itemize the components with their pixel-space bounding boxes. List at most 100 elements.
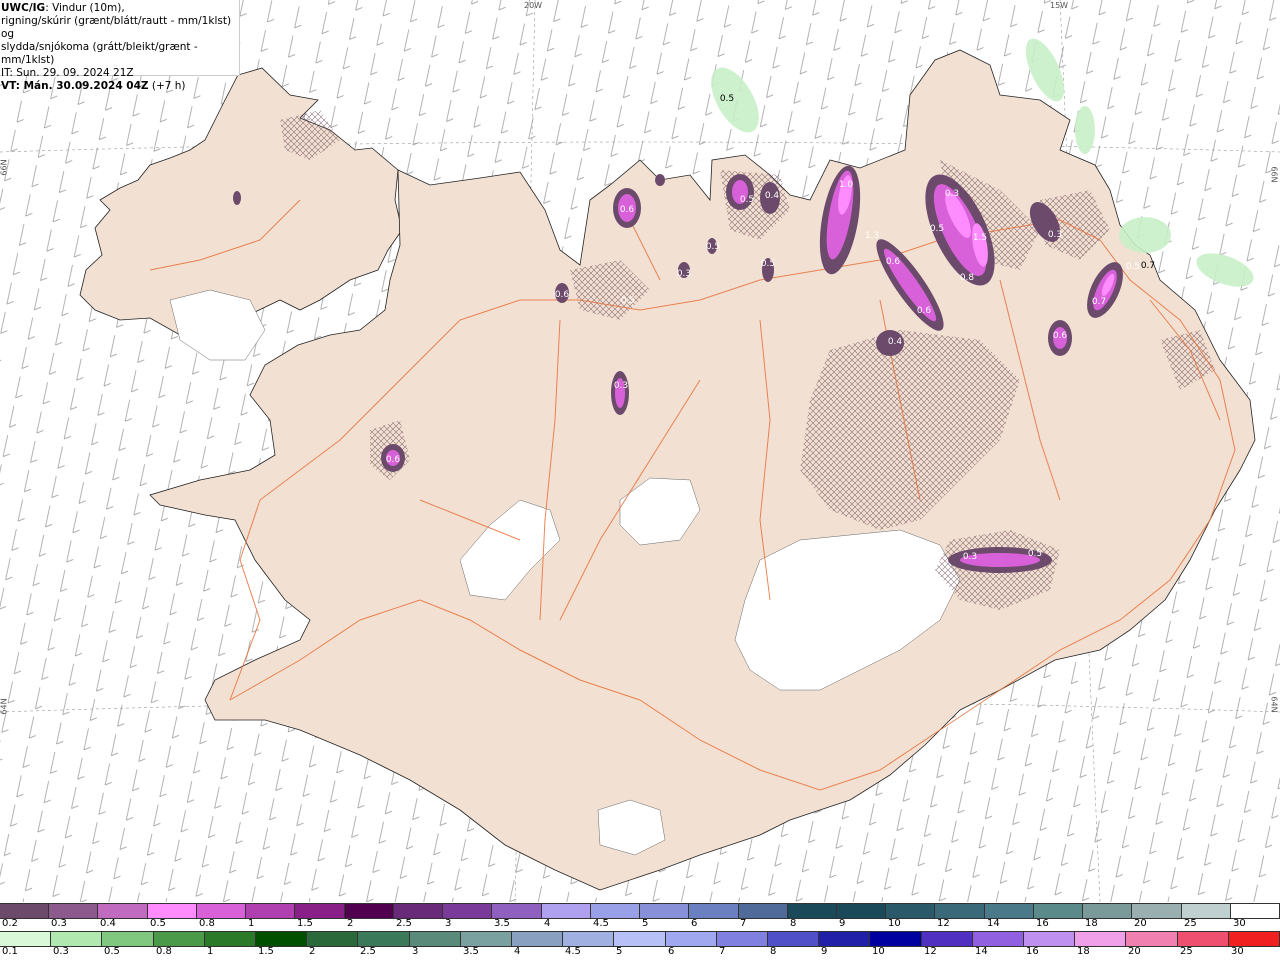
lat-label-64n-left: 64N — [0, 698, 9, 715]
precip-label: 0.4 — [888, 337, 903, 347]
legend-rain-swatch — [51, 932, 103, 946]
legend-snow-swatch — [886, 904, 936, 918]
legend-rain-label: 2 — [309, 946, 316, 957]
legend-snow-label: 3 — [445, 918, 452, 929]
precip-label: 0.5 — [720, 94, 734, 104]
legend-snow-label: 2.5 — [396, 918, 412, 929]
legend-snow-label: 5 — [642, 918, 649, 929]
legend-rain-label: 5 — [616, 946, 623, 957]
legend-rain-swatch — [1024, 932, 1076, 946]
lat-label-66n-left: 66N — [0, 159, 9, 176]
legend-rain-swatch — [307, 932, 359, 946]
lon-label-20w: 20W — [524, 1, 543, 10]
legend-rain-swatch — [665, 932, 717, 946]
legend-snow-label: 16 — [1036, 918, 1049, 929]
precip-label: 0.3 — [1048, 230, 1062, 240]
legend-rain-label: 9 — [821, 946, 828, 957]
legend-rain-label: 7 — [719, 946, 726, 957]
legend-rain-swatch — [358, 932, 410, 946]
legend-rain-label: 4.5 — [565, 946, 581, 957]
legend-rain-label: 12 — [924, 946, 937, 957]
precip-label: 0.5 — [621, 296, 635, 306]
legend-rain-label: 0.8 — [156, 946, 172, 957]
legend-snow-label: 1.5 — [297, 918, 313, 929]
legend-snow-labels: 0.2 0.3 0.4 0.5 0.8 1 1.5 2 2.5 3 3.5 4 4.5 5 6 7 8 9 10 12… — [0, 918, 1280, 930]
precip-label: 0.6 — [386, 455, 401, 465]
precip-label: 0.7 — [1092, 297, 1106, 307]
legend-rain-swatch — [0, 932, 52, 946]
precip-label: 0.3 — [963, 552, 977, 562]
legend-snow-label: 2 — [347, 918, 354, 929]
legend-rain-swatch — [819, 932, 871, 946]
legend-snow-label: 0.4 — [100, 918, 116, 929]
legend-snow-swatch — [984, 904, 1034, 918]
legend-rain-label: 4 — [514, 946, 521, 957]
model-code: UWC/IG — [1, 2, 46, 14]
legend-snow-swatch — [0, 904, 50, 918]
valid-time: VT: Mán. 30.09.2024 04Z — [1, 80, 149, 92]
valid-time-line: VT: Mán. 30.09.2024 04Z (+7 h) — [1, 80, 239, 93]
legend-snow-swatch — [147, 904, 197, 918]
legend-rain-label: 16 — [1026, 946, 1039, 957]
lon-label-15w: 15W — [1050, 1, 1069, 10]
legend-snow-swatch — [1181, 904, 1231, 918]
legend-rain-label: 10 — [872, 946, 885, 957]
legend-snow-label: 7 — [740, 918, 747, 929]
legend-rain-swatch — [409, 932, 461, 946]
legend-snow-swatch — [344, 904, 394, 918]
legend-rain-label: 18 — [1077, 946, 1090, 957]
legend-snow-swatch — [738, 904, 788, 918]
legend-rain-colorbar — [0, 931, 1280, 947]
precip-label: 0.4 — [765, 191, 780, 201]
legend-rain-swatch — [512, 932, 564, 946]
legend-snow-swatch — [836, 904, 887, 918]
legend-rain-swatch — [563, 932, 615, 946]
precip-label: 1.5 — [973, 233, 987, 243]
legend-rain-swatch — [102, 932, 154, 946]
legend-snow-label: 25 — [1184, 918, 1197, 929]
legend-rain-swatch — [460, 932, 513, 946]
precip-label: 0.6 — [917, 306, 932, 316]
precip-label: 0.6 — [555, 290, 570, 300]
legend-snow-swatch — [935, 904, 985, 918]
lat-label-64n-right: 64N — [1269, 696, 1279, 713]
legend-snow-swatch — [640, 904, 690, 918]
legend-snow-label: 9 — [839, 918, 846, 929]
legend-rain-swatch — [768, 932, 820, 946]
legend-snow-swatch — [98, 904, 148, 918]
legend-rain-label: 3 — [412, 946, 419, 957]
legend-rain-swatch — [153, 932, 205, 946]
legend-snow-swatch — [49, 904, 99, 918]
legend-snow-label: 14 — [987, 918, 1000, 929]
legend-rain-label: 1.5 — [258, 946, 274, 957]
legend-rain-swatch — [921, 932, 973, 946]
precip-label: 0.5 — [706, 242, 720, 252]
legend-rain-swatch — [716, 932, 769, 946]
legend-rain-label: 8 — [770, 946, 777, 957]
precip-label: 0.6 — [620, 205, 635, 215]
legend-snow-swatch — [196, 904, 247, 918]
legend-rain-label: 3.5 — [463, 946, 479, 957]
legend-rain-label: 0.3 — [53, 946, 69, 957]
legend-snow-label: 0.8 — [199, 918, 215, 929]
legend-snow-swatch — [443, 904, 493, 918]
legend-rain-swatch — [256, 932, 308, 946]
legend-snow-swatch — [1132, 904, 1182, 918]
legend-snow-label: 1 — [248, 918, 255, 929]
legend-rain-label: 25 — [1180, 946, 1193, 957]
precip-label: 1.3 — [865, 231, 879, 241]
precip-label: 0.3 — [614, 381, 628, 391]
legend-snow-label: 20 — [1134, 918, 1147, 929]
legend-snow-swatch — [1230, 904, 1280, 918]
legend-snow-swatch — [246, 904, 296, 918]
legend-snow-label: 0.5 — [150, 918, 166, 929]
legend-rain-swatch — [1126, 932, 1178, 946]
map-header: UWC/IG: Vindur (10m), rigning/skúrir (gr… — [0, 0, 240, 92]
precip-label: 1.0 — [839, 180, 854, 190]
legend-rain-label: 0.5 — [104, 946, 120, 957]
precip-label: 0.5 — [740, 195, 754, 205]
legend-rain-swatch — [614, 932, 666, 946]
legend-rain-swatch — [1177, 932, 1229, 946]
legend-rain-swatch — [972, 932, 1025, 946]
legend-rain-labels: 0.1 0.3 0.5 0.8 1 1.5 2 2.5 3 3.5 4 4.5 5 6 7 8 9 10 12 14 1… — [0, 946, 1280, 958]
